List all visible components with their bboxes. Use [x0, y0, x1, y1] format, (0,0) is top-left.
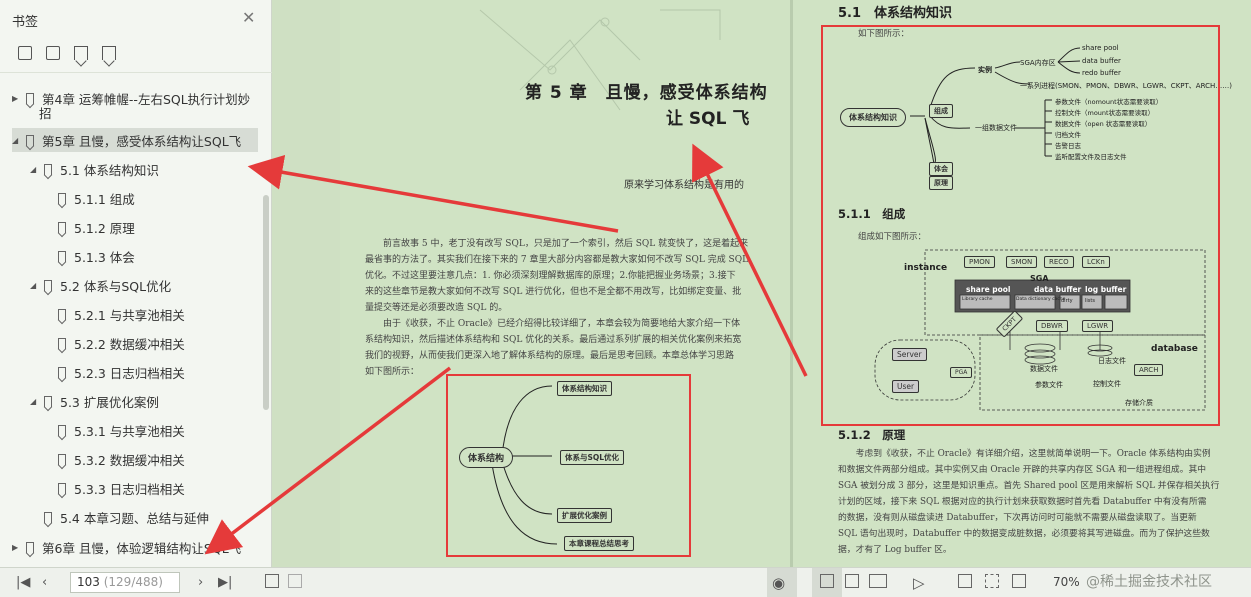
single-page-icon[interactable]	[845, 574, 859, 588]
continuous-view-icon[interactable]	[820, 574, 834, 588]
prev-page-icon[interactable]: ‹	[42, 574, 47, 592]
first-page-icon[interactable]: |◀	[16, 574, 30, 592]
forward-icon[interactable]	[288, 574, 302, 588]
annotation-arrow	[692, 143, 808, 377]
watermark: @稀土掘金技术社区	[1086, 574, 1212, 590]
fit-page-icon[interactable]	[985, 574, 999, 588]
next-page-icon[interactable]: ›	[198, 574, 203, 592]
zoom-level[interactable]: 70%	[1053, 575, 1080, 589]
double-page-icon[interactable]	[869, 574, 887, 588]
back-icon[interactable]	[265, 574, 279, 588]
bottom-toolbar: |◀ ‹ 103 (129/488) › ▶| ◉ ▷ 70%	[0, 567, 1251, 597]
eye-protection-icon[interactable]: ◉	[772, 574, 785, 592]
annotation-arrow	[247, 154, 619, 233]
page-number-field[interactable]: 103 (129/488)	[70, 572, 180, 593]
last-page-icon[interactable]: ▶|	[218, 574, 232, 592]
fit-width-icon[interactable]	[1012, 574, 1026, 588]
annotation-arrows	[204, 143, 808, 555]
annotation-arrow	[204, 366, 452, 555]
actual-size-icon[interactable]	[958, 574, 972, 588]
play-icon[interactable]: ▷	[913, 574, 925, 592]
